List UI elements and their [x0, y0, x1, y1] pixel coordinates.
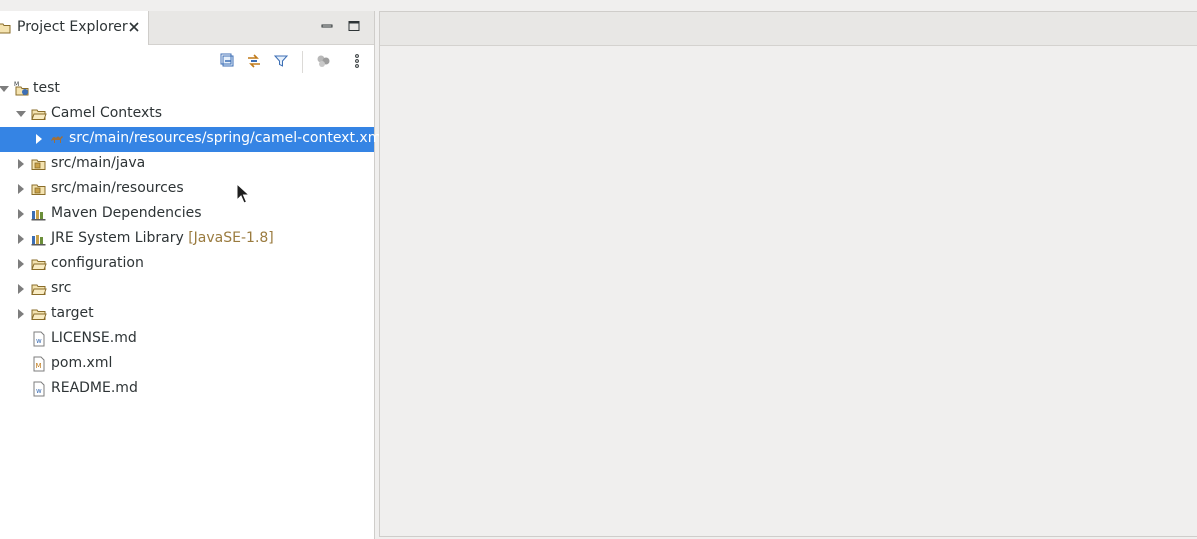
tree-item-src[interactable]: src	[0, 277, 374, 302]
tree-item-label: LICENSE.md	[51, 330, 137, 346]
source-folder-icon	[31, 184, 46, 195]
folder-icon	[31, 259, 47, 270]
camel-icon	[51, 136, 63, 143]
view-toolbar	[0, 45, 374, 75]
tree-item-decoration: [JavaSE-1.8]	[188, 230, 274, 246]
editor-area[interactable]	[379, 11, 1197, 537]
project-explorer-view: Project Explorer M test Camel Contexts s…	[0, 11, 385, 539]
chevron-down-icon[interactable]	[15, 108, 27, 120]
maven-project-icon: M	[14, 81, 29, 96]
chevron-right-icon[interactable]	[33, 133, 45, 145]
tree-item-label: test	[33, 80, 60, 96]
toolbar-separator	[302, 51, 303, 73]
tree-item-camel-context-xml[interactable]: src/main/resources/spring/camel-context.…	[0, 127, 385, 152]
maven-pom-icon: M	[33, 356, 45, 372]
chevron-right-icon[interactable]	[15, 208, 27, 220]
text-file-icon: w	[33, 331, 45, 347]
tree-item-camel-contexts[interactable]: Camel Contexts	[0, 102, 374, 127]
text-file-icon: w	[33, 381, 45, 397]
maximize-icon[interactable]	[347, 19, 361, 33]
filter-icon[interactable]	[273, 53, 289, 69]
editor-tab-bar	[380, 12, 1197, 46]
tree-item-label: configuration	[51, 255, 144, 271]
tree-item-label: src/main/resources/spring/camel-context.…	[69, 130, 386, 146]
chevron-right-icon[interactable]	[15, 258, 27, 270]
tree-item-maven-dependencies[interactable]: Maven Dependencies	[0, 202, 374, 227]
tree-item-label: pom.xml	[51, 355, 113, 371]
project-explorer-tab[interactable]: Project Explorer	[0, 11, 149, 45]
tree-item-target[interactable]: target	[0, 302, 374, 327]
chevron-right-icon[interactable]	[15, 183, 27, 195]
tree-item-pom-xml[interactable]: M pom.xml	[0, 352, 374, 377]
tree-item-src-main-java[interactable]: src/main/java	[0, 152, 374, 177]
minimize-icon[interactable]	[320, 19, 334, 33]
project-explorer-icon	[0, 23, 11, 34]
view-header: Project Explorer	[0, 11, 374, 45]
tree-item-label: README.md	[51, 380, 138, 396]
close-icon[interactable]	[128, 21, 140, 33]
chevron-right-icon[interactable]	[15, 308, 27, 320]
tree-item-label: src/main/java	[51, 155, 146, 171]
tree-item-src-main-resources[interactable]: src/main/resources	[0, 177, 374, 202]
tree-item-label: Camel Contexts	[51, 105, 163, 121]
link-with-editor-icon[interactable]	[246, 53, 262, 69]
collapse-all-icon[interactable]	[220, 53, 236, 69]
svg-text:w: w	[36, 337, 42, 345]
tree-item-readme-md[interactable]: w README.md	[0, 377, 374, 402]
mouse-cursor-icon	[236, 183, 250, 204]
folder-open-icon	[31, 109, 47, 120]
folder-icon	[31, 284, 47, 295]
library-icon	[31, 210, 46, 221]
tree-item-label: src	[51, 280, 72, 296]
source-folder-icon	[31, 159, 46, 170]
svg-text:w: w	[36, 387, 42, 395]
tree-item-label: JRE System Library [JavaSE-1.8]	[51, 230, 274, 246]
tree-item-configuration[interactable]: configuration	[0, 252, 374, 277]
view-title: Project Explorer	[17, 19, 128, 35]
tree-item-license-md[interactable]: w LICENSE.md	[0, 327, 374, 352]
tree-item-jre-system-library[interactable]: JRE System Library [JavaSE-1.8]	[0, 227, 374, 252]
library-icon	[31, 235, 46, 246]
chevron-down-icon[interactable]	[0, 83, 10, 95]
chevron-right-icon[interactable]	[15, 233, 27, 245]
svg-text:M: M	[14, 81, 19, 88]
group-icon[interactable]	[315, 53, 331, 69]
tree-item-test[interactable]: M test	[0, 77, 374, 102]
chevron-right-icon[interactable]	[15, 283, 27, 295]
tree-item-label: Maven Dependencies	[51, 205, 202, 221]
view-menu-icon[interactable]	[349, 53, 365, 69]
svg-text:M: M	[36, 362, 42, 370]
chevron-right-icon[interactable]	[15, 158, 27, 170]
tree-item-label: target	[51, 305, 94, 321]
tree-item-label: src/main/resources	[51, 180, 184, 196]
folder-icon	[31, 309, 47, 320]
